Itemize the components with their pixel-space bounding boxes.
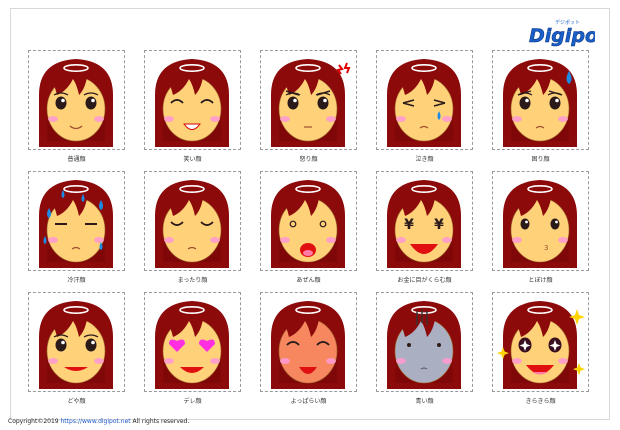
face-card-drunk bbox=[260, 292, 357, 392]
svg-text:¥: ¥ bbox=[404, 217, 414, 233]
face-card-angry bbox=[260, 50, 357, 150]
face-caption: まったり顔 bbox=[177, 277, 208, 284]
love-face-illustration bbox=[155, 301, 229, 389]
face-caption: どや顔 bbox=[67, 398, 86, 405]
face-card-normal bbox=[28, 50, 125, 150]
face-caption: 困り顔 bbox=[531, 156, 550, 163]
laugh-face-illustration bbox=[155, 59, 229, 147]
logo-text: Digipot bbox=[529, 25, 595, 47]
copyright-suffix: All rights reserved. bbox=[130, 418, 190, 425]
copyright-prefix: Copyright©2019 bbox=[8, 418, 61, 425]
trouble-face-illustration bbox=[503, 59, 577, 147]
logo-subtext: デジポット bbox=[555, 19, 580, 26]
svg-text:¥: ¥ bbox=[434, 217, 444, 233]
face-card-cry bbox=[376, 50, 473, 150]
face-caption: あぜん顔 bbox=[296, 277, 321, 284]
cry-face-illustration bbox=[387, 59, 461, 147]
copyright-link[interactable]: https://www.digipot.net bbox=[61, 418, 131, 425]
face-caption: きらきら顔 bbox=[525, 398, 556, 405]
money-face-illustration: ¥ ¥ bbox=[387, 180, 461, 268]
face-caption: 泣き顔 bbox=[415, 156, 434, 163]
drunk-face-illustration bbox=[271, 301, 345, 389]
angry-face-illustration bbox=[271, 59, 351, 147]
face-card-trouble bbox=[492, 50, 589, 150]
dumb-face-illustration bbox=[271, 180, 345, 268]
face-caption: 普通顔 bbox=[67, 156, 86, 163]
svg-text:3: 3 bbox=[544, 244, 548, 252]
face-card-relax bbox=[144, 171, 241, 271]
face-caption: デレ顔 bbox=[183, 398, 202, 405]
feign-face-illustration: 3 bbox=[503, 180, 577, 268]
face-card-love bbox=[144, 292, 241, 392]
smug-face-illustration bbox=[39, 301, 113, 389]
face-caption: 冷汗顔 bbox=[67, 277, 86, 284]
face-card-feign: 3 bbox=[492, 171, 589, 271]
pale-face-illustration bbox=[387, 301, 461, 389]
face-caption: お金に目がくらむ顔 bbox=[397, 277, 452, 284]
footer-copyright: Copyright©2019 https://www.digipot.net A… bbox=[8, 418, 189, 425]
face-card-laugh bbox=[144, 50, 241, 150]
face-caption: よっぱらい顔 bbox=[290, 398, 327, 405]
face-card-pale bbox=[376, 292, 473, 392]
face-card-money: ¥ ¥ bbox=[376, 171, 473, 271]
normal-face-illustration bbox=[39, 59, 113, 147]
face-caption: 青い顔 bbox=[415, 398, 434, 405]
face-card-sparkle bbox=[492, 292, 589, 392]
face-card-sweat bbox=[28, 171, 125, 271]
digipot-logo[interactable]: Digipot デジポット bbox=[525, 15, 609, 51]
face-caption: 笑い顔 bbox=[183, 156, 202, 163]
face-card-smug bbox=[28, 292, 125, 392]
face-caption: 怒り顔 bbox=[299, 156, 318, 163]
face-card-dumb bbox=[260, 171, 357, 271]
face-grid: 普通顔 笑い顔 怒り顔 泣き顔 困り顔 冷汗顔 まったり顔 あぜん顔 ¥ ¥ お… bbox=[28, 50, 598, 405]
sparkle-face-illustration bbox=[496, 301, 586, 389]
relax-face-illustration bbox=[155, 180, 229, 268]
sweat-face-illustration bbox=[39, 180, 113, 268]
face-caption: とぼけ顔 bbox=[528, 277, 553, 284]
